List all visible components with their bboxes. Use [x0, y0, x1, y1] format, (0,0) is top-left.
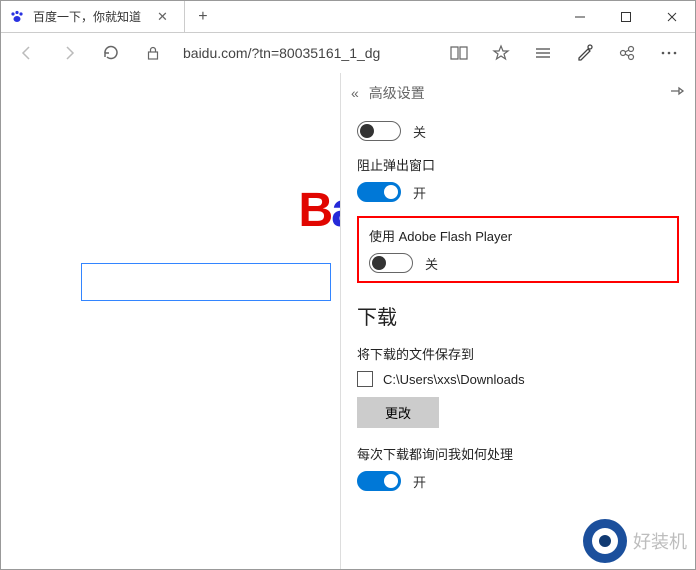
- window-controls: [557, 1, 695, 32]
- watermark-logo: [583, 519, 627, 563]
- flash-state: 关: [425, 254, 438, 273]
- block-popups-label: 阻止弹出窗口: [357, 155, 679, 174]
- change-button[interactable]: 更改: [357, 397, 439, 428]
- notes-icon[interactable]: [565, 33, 605, 73]
- ask-each-time-label: 每次下载都询问我如何处理: [357, 444, 679, 463]
- watermark: 好装机: [575, 513, 695, 569]
- toolbar: baidu.com/?tn=80035161_1_dg: [1, 33, 695, 73]
- setting-ask-each-time: 每次下载都询问我如何处理 开: [357, 444, 679, 491]
- close-window-button[interactable]: [649, 1, 695, 32]
- address-bar[interactable]: baidu.com/?tn=80035161_1_dg: [175, 45, 388, 61]
- flash-highlight: 使用 Adobe Flash Player 关: [357, 216, 679, 283]
- toggle-ask-each-time[interactable]: [357, 471, 401, 491]
- toggle-flash[interactable]: [369, 253, 413, 273]
- new-tab-button[interactable]: +: [185, 1, 221, 32]
- minimize-button[interactable]: [557, 1, 603, 32]
- share-icon[interactable]: [607, 33, 647, 73]
- setting-unknown-off: 关: [357, 121, 679, 141]
- ask-each-time-state: 开: [413, 472, 426, 491]
- panel-title: 高级设置: [369, 83, 425, 103]
- lock-icon[interactable]: [133, 33, 173, 73]
- back-button[interactable]: [7, 33, 47, 73]
- panel-body: 关 阻止弹出窗口 开 使用 Adobe Flash Player 关 下载 将下…: [341, 113, 695, 569]
- save-location-label: 将下载的文件保存到: [357, 344, 679, 363]
- tab-close-icon[interactable]: ✕: [157, 9, 168, 25]
- titlebar: 百度一下，你就知道 ✕ +: [1, 1, 695, 33]
- flash-label: 使用 Adobe Flash Player: [369, 226, 667, 245]
- maximize-button[interactable]: [603, 1, 649, 32]
- baidu-paw-icon: [9, 9, 25, 25]
- setting-block-popups: 阻止弹出窗口 开: [357, 155, 679, 202]
- download-path-row: C:\Users\xxs\Downloads: [357, 371, 679, 387]
- download-path: C:\Users\xxs\Downloads: [383, 372, 525, 387]
- reading-view-icon[interactable]: [439, 33, 479, 73]
- tab-title: 百度一下，你就知道: [33, 8, 141, 25]
- toggle-unknown[interactable]: [357, 121, 401, 141]
- folder-icon: [357, 371, 373, 387]
- downloads-heading: 下载: [357, 301, 679, 330]
- forward-button[interactable]: [49, 33, 89, 73]
- watermark-text: 好装机: [633, 528, 687, 554]
- panel-header: « 高级设置: [341, 73, 695, 113]
- toggle-unknown-state: 关: [413, 122, 426, 141]
- browser-tab[interactable]: 百度一下，你就知道 ✕: [1, 1, 185, 32]
- search-input[interactable]: [81, 263, 331, 301]
- favorite-star-icon[interactable]: [481, 33, 521, 73]
- settings-panel: « 高级设置 关 阻止弹出窗口 开 使用 Adobe Flash Player …: [340, 73, 695, 569]
- more-icon[interactable]: [649, 33, 689, 73]
- block-popups-state: 开: [413, 183, 426, 202]
- refresh-button[interactable]: [91, 33, 131, 73]
- pin-icon[interactable]: [669, 83, 685, 104]
- hub-icon[interactable]: [523, 33, 563, 73]
- logo-prefix: B: [299, 184, 332, 237]
- toggle-block-popups[interactable]: [357, 182, 401, 202]
- panel-back-icon[interactable]: «: [351, 85, 369, 101]
